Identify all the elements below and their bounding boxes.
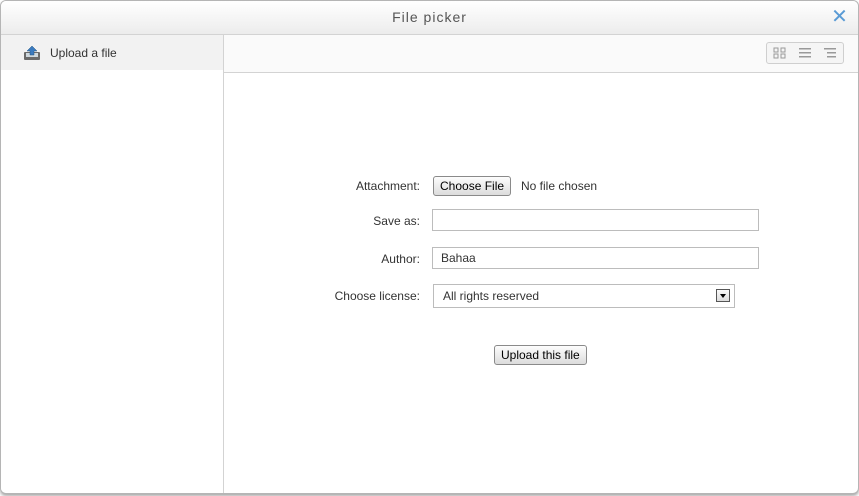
- author-row: Author:: [224, 247, 858, 273]
- save-as-input[interactable]: [432, 209, 759, 231]
- sidebar-item-upload-a-file[interactable]: Upload a file: [1, 35, 223, 70]
- save-as-row: Save as:: [224, 209, 858, 235]
- list-view-icon[interactable]: [797, 46, 813, 60]
- chevron-down-icon[interactable]: [716, 289, 730, 302]
- license-label: Choose license:: [334, 289, 420, 303]
- sidebar-item-label: Upload a file: [50, 45, 117, 60]
- close-button[interactable]: ✕: [830, 4, 850, 30]
- license-selected-value: All rights reserved: [443, 289, 540, 303]
- repository-sidebar: Upload a file: [1, 35, 224, 493]
- attachment-label: Attachment:: [355, 179, 420, 193]
- tree-view-icon[interactable]: [822, 46, 838, 60]
- view-toolbar: [224, 35, 858, 73]
- upload-icon: [23, 45, 41, 61]
- author-input[interactable]: [432, 247, 759, 269]
- dialog-title: File picker: [392, 9, 467, 25]
- license-row: Choose license: All rights reserved: [224, 284, 858, 310]
- no-file-chosen-text: No file chosen: [521, 179, 598, 193]
- author-label: Author:: [381, 252, 420, 266]
- save-as-label: Save as:: [373, 214, 420, 228]
- view-toggle-group: [766, 42, 844, 64]
- upload-this-file-button[interactable]: Upload this file: [494, 345, 587, 365]
- license-select[interactable]: All rights reserved: [433, 284, 735, 308]
- dialog-titlebar: File picker ✕: [1, 1, 858, 35]
- icons-view-icon[interactable]: [772, 46, 788, 60]
- file-picker-dialog: File picker ✕ Upload a file Attachment: …: [0, 0, 859, 494]
- attachment-row: Attachment: Choose File No file chosen: [224, 174, 858, 200]
- upload-form: Attachment: Choose File No file chosen S…: [224, 73, 858, 493]
- choose-file-button[interactable]: Choose File: [433, 176, 512, 196]
